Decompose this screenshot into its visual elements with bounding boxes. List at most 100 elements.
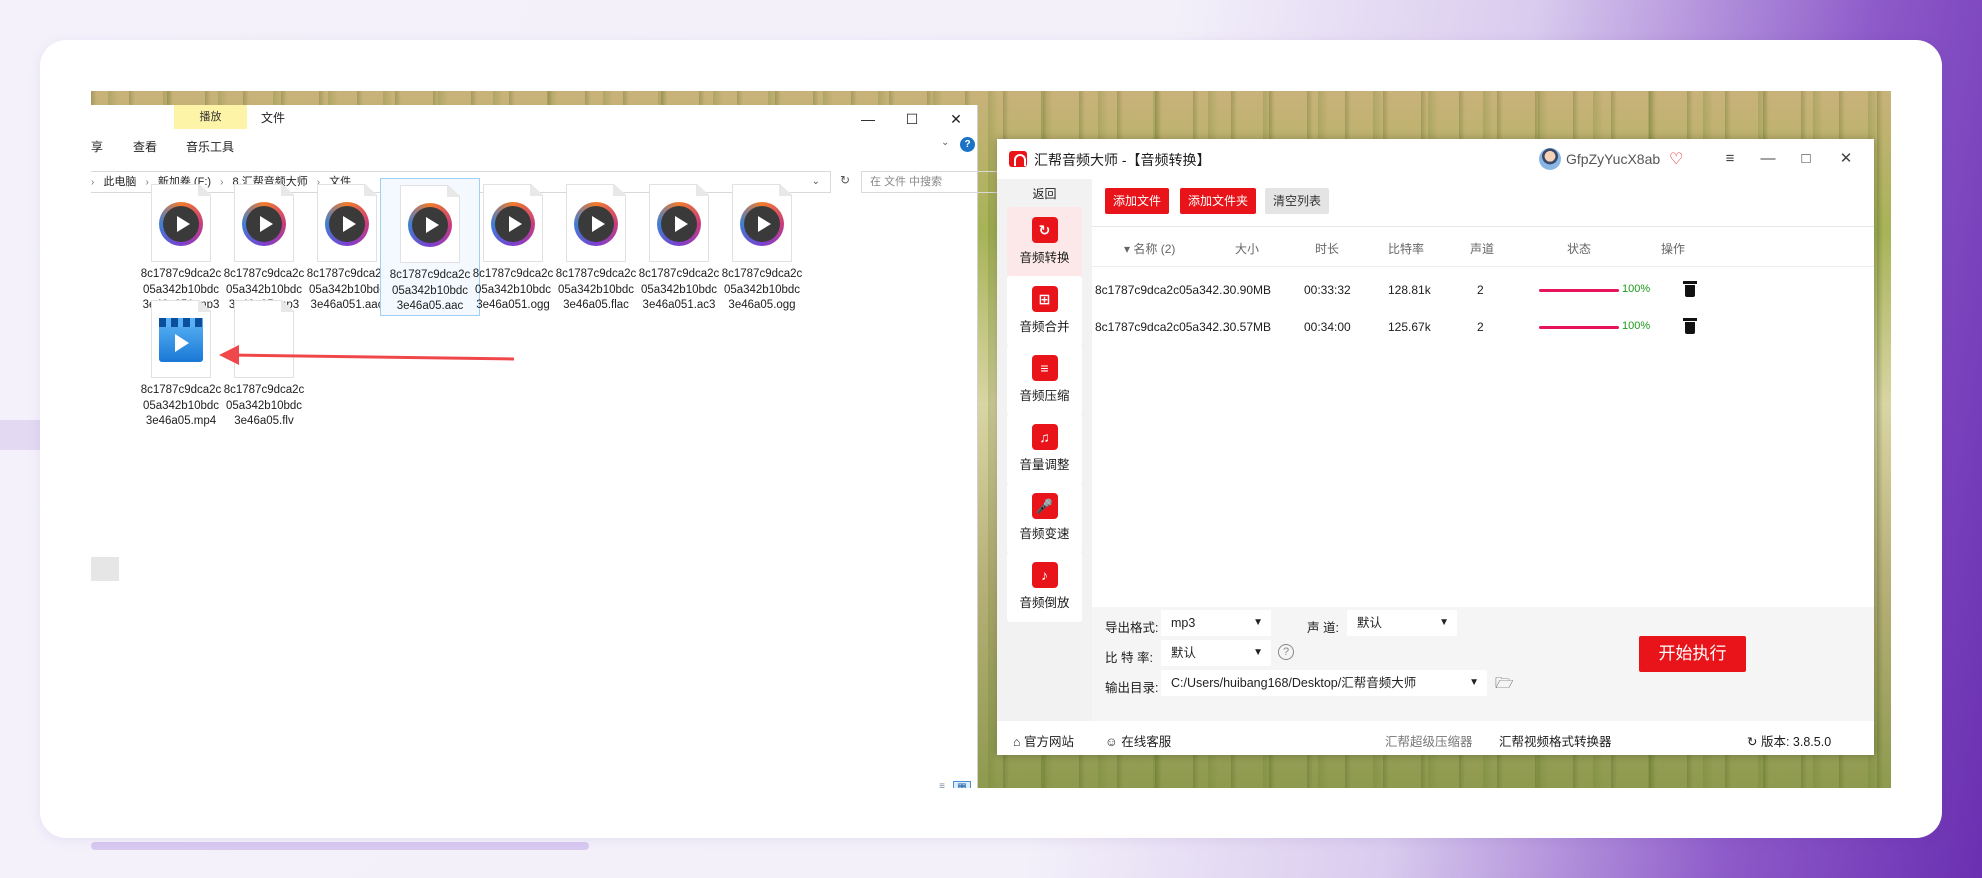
start-button[interactable]: 开始执行 bbox=[1639, 636, 1746, 672]
ribbon-collapse-icon[interactable]: ⌄ bbox=[941, 137, 949, 148]
folder-icon[interactable]: 🗁 bbox=[1495, 673, 1514, 698]
explorer-titlebar: 播放 文件 — ☐ ✕ bbox=[91, 105, 978, 133]
row-size: 30.57MB bbox=[1223, 320, 1272, 334]
format-select[interactable]: mp3 ▼ bbox=[1161, 610, 1271, 636]
trash-icon[interactable] bbox=[1683, 281, 1697, 297]
back-button[interactable]: 返回 bbox=[997, 185, 1092, 202]
video-file-icon bbox=[159, 318, 203, 362]
column-size-header: 大小 bbox=[1235, 242, 1260, 256]
file-thumbnail bbox=[400, 185, 460, 263]
minimize-icon[interactable]: — bbox=[1755, 147, 1781, 171]
volume-icon: ♫ bbox=[1031, 424, 1058, 450]
file-thumbnail bbox=[732, 184, 792, 262]
file-explorer-window: 播放 文件 — ☐ ✕ 享 查看 音乐工具 ⌄ ? › 此电脑 › 新加卷 (F… bbox=[91, 105, 1056, 788]
large-icons-view-icon[interactable]: ▦ bbox=[953, 781, 971, 788]
avatar[interactable] bbox=[1539, 148, 1561, 170]
sidebar-item[interactable]: ♫ 音量调整 bbox=[1007, 414, 1082, 484]
audio-play-icon bbox=[574, 202, 618, 246]
sidebar-item[interactable]: ≡ 音频压缩 bbox=[1007, 345, 1082, 415]
add-file-button[interactable]: 添加文件 bbox=[1105, 188, 1170, 214]
maximize-icon[interactable]: □ bbox=[1793, 147, 1819, 171]
bitrate-label: 比 特 率: bbox=[1105, 651, 1153, 665]
file-item[interactable]: 8c1787c9dca2c 05a342b10bdc 3e46a05.ogg bbox=[712, 178, 812, 314]
file-thumbnail bbox=[649, 184, 709, 262]
bitrate-select[interactable]: 默认 ▼ bbox=[1161, 640, 1271, 666]
table-row[interactable]: 8c1787c9dca2c05a342... 30.57MB 00:34:00 125… bbox=[1092, 309, 1874, 345]
file-thumbnail bbox=[151, 184, 211, 262]
menu-icon[interactable]: ≡ bbox=[1717, 147, 1743, 171]
username[interactable]: GfpZyYucX8ab bbox=[1566, 151, 1660, 167]
app-sidebar: 返回 ↻ 音频转换 ⊞ 音频合并 ≡ 音频压缩 ♫ 音量调整 🎤 音频变速 ♪ 音频倒放 bbox=[997, 179, 1092, 721]
app-title: 汇帮音频大师 -【音频转换】 bbox=[1034, 152, 1211, 168]
trash-icon[interactable] bbox=[1683, 318, 1697, 334]
sidebar-item[interactable]: ♪ 音频倒放 bbox=[1007, 552, 1082, 622]
sidebar-item[interactable]: ↻ 音频转换 bbox=[1007, 207, 1082, 277]
tab-share[interactable]: 享 bbox=[91, 138, 103, 155]
app-logo-icon bbox=[1009, 151, 1027, 167]
sidebar-item[interactable]: 🎤 音频变速 bbox=[1007, 483, 1082, 553]
row-bitrate: 125.67k bbox=[1388, 320, 1431, 334]
online-support-link[interactable]: ☺ 在线客服 bbox=[1105, 731, 1171, 750]
breadcrumb-chevron-icon: › bbox=[91, 177, 95, 188]
file-table-header: ▾ 名称 (2) 大小 时长 比特率 声道 状态 操作 bbox=[1092, 227, 1874, 267]
chevron-down-icon: ▼ bbox=[1253, 617, 1263, 628]
audio-compress-icon: ≡ bbox=[1031, 355, 1058, 381]
vip-heart-icon[interactable]: ♡ bbox=[1669, 149, 1683, 169]
column-bitrate-header: 比特率 bbox=[1388, 242, 1425, 256]
address-dropdown-icon[interactable]: ⌄ bbox=[812, 172, 820, 192]
column-name-label: 名称 (2) bbox=[1133, 242, 1176, 256]
decorative-bar bbox=[91, 842, 589, 850]
row-duration: 00:33:32 bbox=[1304, 283, 1351, 297]
ribbon-tab-play[interactable]: 播放 bbox=[174, 105, 247, 129]
minimize-icon[interactable]: — bbox=[846, 105, 890, 133]
refresh-icon[interactable]: ↻ bbox=[836, 173, 854, 191]
table-row[interactable]: 8c1787c9dca2c05a342... 30.90MB 00:33:32 128… bbox=[1092, 272, 1874, 308]
output-dir-select[interactable]: C:/Users/huibang168/Desktop/汇帮音频大师 ▼ bbox=[1161, 670, 1487, 696]
official-website-link[interactable]: ⌂ 官方网站 bbox=[1013, 731, 1074, 750]
version-label: 版本: 3.8.5.0 bbox=[1760, 735, 1832, 749]
audio-play-icon bbox=[657, 202, 701, 246]
sidebar-item-label: 音频转换 bbox=[1019, 251, 1070, 265]
tab-music-tools[interactable]: 音乐工具 bbox=[186, 138, 234, 155]
file-thumbnail bbox=[151, 300, 211, 378]
video-converter-link[interactable]: 汇帮视频格式转换器 bbox=[1499, 731, 1612, 750]
help-icon[interactable]: ? bbox=[960, 137, 975, 152]
sidebar-item[interactable]: ⊞ 音频合并 bbox=[1007, 276, 1082, 346]
format-value: mp3 bbox=[1171, 616, 1196, 630]
details-view-icon[interactable]: ≡ bbox=[933, 781, 951, 788]
version-info[interactable]: ↻ 版本: 3.8.5.0 bbox=[1747, 731, 1831, 750]
settings-panel: 导出格式: mp3 ▼ 声 道: 默认 ▼ 比 特 率: 默认 ▼ ? 输出目录… bbox=[1092, 607, 1874, 721]
channel-select[interactable]: 默认 ▼ bbox=[1347, 610, 1457, 636]
bitrate-value: 默认 bbox=[1171, 646, 1197, 660]
row-name: 8c1787c9dca2c05a342... bbox=[1095, 283, 1230, 297]
close-icon[interactable]: ✕ bbox=[934, 105, 978, 133]
chevron-down-icon: ▼ bbox=[1253, 647, 1263, 658]
ribbon-tab-file[interactable]: 文件 bbox=[261, 109, 285, 126]
output-dir-value: C:/Users/huibang168/Desktop/汇帮音频大师 bbox=[1171, 676, 1417, 690]
file-name-line: 05a342b10bdc bbox=[225, 399, 303, 412]
column-name-header[interactable]: ▾ 名称 (2) bbox=[1124, 240, 1175, 257]
close-icon[interactable]: ✕ bbox=[1833, 147, 1859, 171]
column-actions-header: 操作 bbox=[1661, 242, 1686, 256]
row-channels: 2 bbox=[1477, 320, 1484, 334]
audio-play-icon bbox=[491, 202, 535, 246]
tab-view[interactable]: 查看 bbox=[133, 138, 157, 155]
app-toolbar: 添加文件 添加文件夹 清空列表 bbox=[1092, 179, 1874, 227]
row-duration: 00:34:00 bbox=[1304, 320, 1351, 334]
file-name-line: 3e46a05.flv bbox=[234, 415, 294, 427]
file-name-line: 05a342b10bdc bbox=[723, 283, 801, 296]
channel-value: 默认 bbox=[1357, 616, 1383, 630]
file-name-line: 3e46a05.ogg bbox=[728, 299, 796, 311]
sidebar-item-label: 音频变速 bbox=[1019, 527, 1070, 541]
file-item[interactable]: 8c1787c9dca2c 05a342b10bdc 3e46a05.flv bbox=[214, 294, 314, 430]
add-folder-button[interactable]: 添加文件夹 bbox=[1180, 188, 1257, 214]
desktop-screenshot: 播放 文件 — ☐ ✕ 享 查看 音乐工具 ⌄ ? › 此电脑 › 新加卷 (F… bbox=[91, 91, 1891, 788]
maximize-icon[interactable]: ☐ bbox=[890, 105, 934, 133]
audio-play-icon bbox=[325, 202, 369, 246]
explorer-tabs: 享 查看 音乐工具 bbox=[91, 133, 978, 159]
home-icon: ⌂ bbox=[1013, 735, 1021, 749]
file-thumbnail bbox=[234, 184, 294, 262]
clear-list-button[interactable]: 清空列表 bbox=[1265, 188, 1330, 214]
compressor-link[interactable]: 汇帮超级压缩器 bbox=[1385, 731, 1473, 750]
question-icon[interactable]: ? bbox=[1278, 644, 1294, 660]
